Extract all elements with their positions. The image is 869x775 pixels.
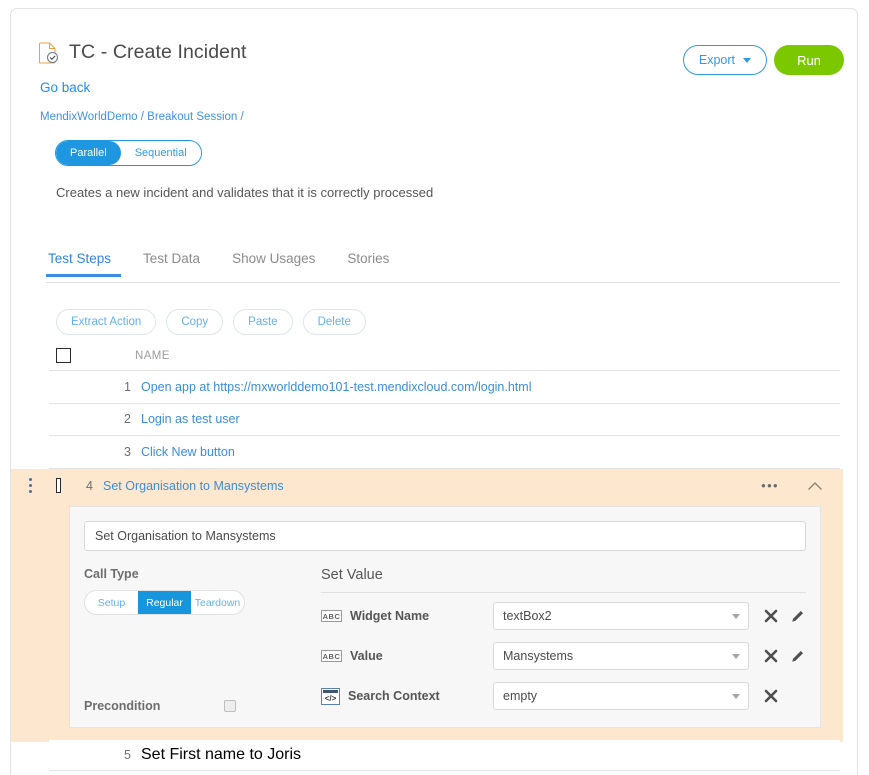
call-type-toggle[interactable]: Setup Regular Teardown	[84, 590, 245, 615]
edit-pencil-icon[interactable]	[790, 648, 806, 664]
step-detail-panel: Call Type Setup Regular Teardown Precond…	[69, 506, 821, 728]
step-name-link[interactable]: Click New button	[141, 445, 235, 459]
paste-button[interactable]: Paste	[233, 309, 293, 335]
step-name-link[interactable]: Open app at https://mxworlddemo101-test.…	[141, 380, 531, 394]
execution-mode-toggle[interactable]: Parallel Sequential	[55, 140, 202, 166]
column-header-name: NAME	[135, 349, 170, 362]
step-name-link[interactable]: Login as test user	[141, 412, 240, 426]
widget-name-select-wrap: textBox2	[493, 602, 749, 630]
export-button-label: Export	[698, 53, 735, 67]
field-label-widget-name: ABC Widget Name	[321, 609, 493, 623]
step-name-link[interactable]: Set First name to Joris	[141, 746, 301, 764]
field-label-text: Value	[350, 649, 383, 663]
delete-button[interactable]: Delete	[302, 309, 366, 335]
export-button[interactable]: Export	[682, 45, 767, 75]
document-check-icon	[39, 42, 58, 63]
extract-action-button[interactable]: Extract Action	[56, 309, 157, 335]
row-number: 5	[124, 748, 131, 762]
breadcrumb[interactable]: MendixWorldDemo / Breakout Session /	[40, 111, 244, 123]
tab-show-usages[interactable]: Show Usages	[216, 251, 331, 277]
copy-button[interactable]: Copy	[166, 309, 224, 335]
detail-columns: Call Type Setup Regular Teardown Precond…	[84, 567, 806, 713]
table-row[interactable]: 3 Click New button	[49, 436, 840, 469]
test-case-card: TC - Create Incident Go back MendixWorld…	[10, 8, 858, 775]
search-context-select[interactable]: empty	[493, 682, 749, 710]
mode-option-sequential[interactable]: Sequential	[120, 141, 201, 165]
row-checkbox-cell	[11, 478, 61, 493]
row-number: 4	[86, 478, 93, 493]
table-header-row: NAME	[49, 341, 840, 371]
table-row[interactable]: 1 Open app at https://mxworlddemo101-tes…	[49, 371, 840, 404]
test-case-description: Creates a new incident and validates tha…	[56, 185, 434, 200]
search-context-select-wrap: empty	[493, 682, 749, 710]
run-button[interactable]: Run	[774, 45, 844, 75]
call-type-option-setup[interactable]: Setup	[85, 591, 138, 614]
call-type-option-regular[interactable]: Regular	[138, 591, 191, 614]
row-number: 3	[124, 444, 131, 459]
ellipsis-icon[interactable]: •••	[761, 479, 779, 492]
detail-right-column: Set Value ABC Widget Name textBox2 ABC V…	[315, 567, 806, 713]
row-number: 2	[124, 412, 131, 427]
widget-name-select[interactable]: textBox2	[493, 602, 749, 630]
detail-left-column: Call Type Setup Regular Teardown Precond…	[84, 567, 315, 713]
page-title: TC - Create Incident	[69, 41, 247, 63]
test-steps-table: NAME 1 Open app at https://mxworlddemo10…	[49, 341, 840, 469]
edit-pencil-icon[interactable]	[790, 608, 806, 624]
precondition-group: Precondition	[84, 699, 237, 713]
clear-icon[interactable]	[763, 608, 779, 624]
go-back-link[interactable]: Go back	[40, 80, 90, 95]
abc-icon: ABC	[321, 610, 342, 622]
set-value-title: Set Value	[321, 567, 806, 593]
title-row: TC - Create Incident	[39, 41, 247, 64]
step-name-input[interactable]	[84, 521, 806, 551]
field-row-search-context: </> Search Context empty	[321, 679, 806, 713]
clear-icon[interactable]	[763, 688, 779, 704]
field-label-search-context: </> Search Context	[321, 687, 493, 705]
expanded-step-block: 4 Set Organisation to Mansystems ••• Cal…	[11, 469, 843, 742]
call-type-label: Call Type	[84, 567, 139, 581]
row-number: 1	[124, 379, 131, 394]
field-label-value: ABC Value	[321, 649, 493, 663]
table-row[interactable]: 2 Login as test user	[49, 403, 840, 436]
field-label-text: Widget Name	[350, 609, 430, 623]
clear-icon[interactable]	[763, 648, 779, 664]
page-header: TC - Create Incident Go back MendixWorld…	[11, 9, 857, 123]
app-page: TC - Create Incident Go back MendixWorld…	[0, 0, 869, 775]
value-select-wrap: Mansystems	[493, 642, 749, 670]
table-row[interactable]: 6 Set Last name to van Holden	[49, 771, 840, 775]
abc-icon: ABC	[321, 650, 342, 662]
tab-bar: Test Steps Test Data Show Usages Stories	[46, 251, 822, 283]
select-all-cell	[49, 348, 99, 363]
tab-test-data[interactable]: Test Data	[127, 251, 216, 277]
widget-name-row-icons	[763, 608, 806, 624]
expanded-step-row[interactable]: 4 Set Organisation to Mansystems •••	[11, 469, 843, 502]
field-label-text: Search Context	[348, 689, 440, 703]
code-icon: </>	[321, 687, 340, 705]
tab-divider	[46, 282, 840, 283]
field-row-value: ABC Value Mansystems	[321, 639, 806, 673]
search-context-row-icons	[763, 688, 779, 704]
drag-handle-icon[interactable]	[29, 478, 33, 493]
value-row-icons	[763, 648, 806, 664]
precondition-label: Precondition	[84, 699, 161, 713]
tab-stories[interactable]: Stories	[331, 251, 405, 277]
tab-test-steps[interactable]: Test Steps	[46, 251, 127, 277]
step-name-link[interactable]: Set Organisation to Mansystems	[103, 479, 284, 493]
chevron-up-icon[interactable]	[807, 481, 823, 491]
mode-option-parallel[interactable]: Parallel	[56, 141, 121, 165]
field-row-widget-name: ABC Widget Name textBox2	[321, 599, 806, 633]
row-tools: •••	[761, 469, 823, 502]
step-actions-toolbar: Extract Action Copy Paste Delete	[56, 309, 366, 335]
precondition-checkbox[interactable]	[224, 700, 237, 712]
value-select[interactable]: Mansystems	[493, 642, 749, 670]
chevron-down-icon	[743, 57, 751, 63]
call-type-option-teardown[interactable]: Teardown	[191, 591, 244, 614]
select-all-checkbox[interactable]	[56, 348, 71, 363]
table-row[interactable]: 5 Set First name to Joris	[49, 740, 840, 771]
